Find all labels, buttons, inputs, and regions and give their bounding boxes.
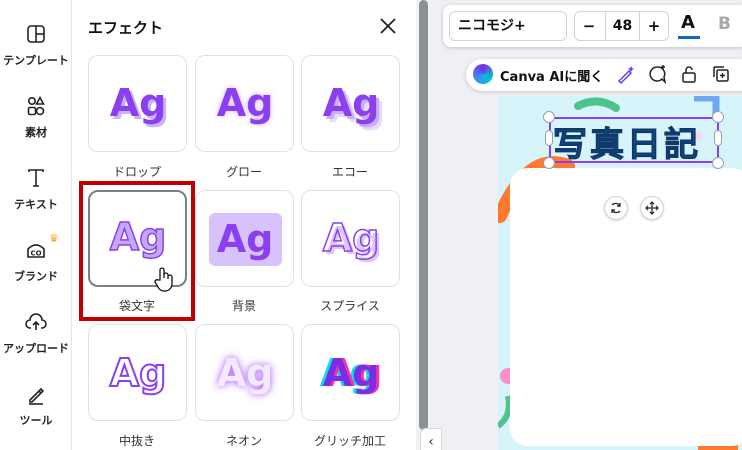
duplicate-icon[interactable] xyxy=(710,63,732,85)
effect-label: スプライス xyxy=(320,299,380,313)
effect-preview-neon: Ag Ag xyxy=(217,351,274,395)
effect-tile-neon[interactable]: Ag Ag xyxy=(195,324,294,421)
sidebar-item-label: テキスト xyxy=(14,198,58,211)
effect-preview-echo: Ag Ag Ag xyxy=(323,81,386,131)
svg-text:Ag: Ag xyxy=(217,351,274,395)
svg-text:Ag: Ag xyxy=(323,216,380,260)
text-color-button[interactable]: A xyxy=(678,12,700,39)
effect-preview-glitch: Ag Ag Ag xyxy=(320,351,383,395)
effect-preview-drop: Ag Ag xyxy=(110,81,170,128)
template-icon xyxy=(27,25,45,43)
sidebar-item-upload[interactable]: アップロード xyxy=(0,310,72,356)
effect-label: 背景 xyxy=(231,299,256,313)
magic-edit-icon[interactable] xyxy=(615,63,637,85)
svg-text:Ag: Ag xyxy=(217,217,274,261)
sidebar-item-label: ブランド xyxy=(14,270,58,283)
sidebar-item-text[interactable]: テキスト xyxy=(0,166,72,212)
effect-preview-hollow: Ag xyxy=(109,350,168,396)
font-size-stepper: − 48 + xyxy=(574,11,669,41)
selected-effect-highlight xyxy=(79,181,195,321)
crown-icon: ♛ xyxy=(49,232,59,245)
close-icon[interactable] xyxy=(378,16,398,36)
svg-text:Ag: Ag xyxy=(323,351,380,395)
effect-label: エコー xyxy=(331,165,368,179)
resize-handle-br[interactable] xyxy=(712,157,724,169)
panel-scrollbar-thumb[interactable] xyxy=(419,0,428,430)
effect-label: 中抜き xyxy=(118,434,155,448)
sidebar-item-label: ツール xyxy=(19,414,53,427)
brand-icon: CO xyxy=(27,244,45,258)
effect-tile-splice[interactable]: Ag Ag xyxy=(301,190,400,287)
resize-handle-bl[interactable] xyxy=(543,157,555,169)
sidebar-item-tools[interactable]: ツール xyxy=(0,382,72,428)
effect-tile-glitch[interactable]: Ag Ag Ag xyxy=(301,324,400,421)
svg-text:CO: CO xyxy=(30,250,41,258)
text-color-swatch xyxy=(678,36,700,39)
effect-tile-hollow[interactable]: Ag xyxy=(88,324,187,421)
font-size-input[interactable]: 48 xyxy=(605,12,640,40)
effect-preview-splice: Ag Ag xyxy=(322,215,382,263)
sidebar-item-label: アップロード xyxy=(3,342,69,355)
sidebar-item-label: 素材 xyxy=(25,126,47,139)
text-icon xyxy=(28,169,44,187)
sidebar-item-template[interactable]: テンプレート xyxy=(0,22,72,68)
elements-icon xyxy=(27,95,45,116)
sidebar-item-label: テンプレート xyxy=(3,54,69,67)
move-icon xyxy=(645,201,659,215)
lock-icon[interactable] xyxy=(678,63,700,85)
font-family-selector[interactable]: ニコモジ+ xyxy=(449,11,567,41)
canva-ai-logo-icon xyxy=(473,64,493,84)
upload-icon xyxy=(25,313,47,330)
effect-label: ドロップ xyxy=(112,165,161,179)
effect-tile-drop[interactable]: Ag Ag xyxy=(88,55,187,152)
effect-preview-background: Ag xyxy=(209,213,282,266)
canvas-title-text[interactable]: 写真日記 xyxy=(553,117,701,166)
svg-text:Ag: Ag xyxy=(110,351,167,395)
effect-tile-echo[interactable]: Ag Ag Ag xyxy=(301,55,400,152)
collapse-panel-button[interactable]: ‹ xyxy=(420,428,442,450)
sidebar-nav: テンプレート 素材 テキスト ♛ CO ブランド アップロード ツール xyxy=(0,0,72,450)
resize-handle-tl[interactable] xyxy=(543,111,555,123)
resize-handle-right[interactable] xyxy=(714,130,722,146)
effect-tile-glow[interactable]: Ag Ag xyxy=(195,55,294,152)
comment-add-icon[interactable] xyxy=(646,63,668,85)
effect-tile-background[interactable]: Ag xyxy=(195,190,294,287)
rotate-icon xyxy=(611,202,621,214)
svg-text:Ag: Ag xyxy=(323,81,380,125)
resize-handle-left[interactable] xyxy=(545,130,553,146)
effect-preview-glow: Ag Ag xyxy=(217,81,274,125)
panel-title: エフェクト xyxy=(88,19,164,37)
text-color-label: A xyxy=(681,12,695,33)
font-size-increase-button[interactable]: + xyxy=(641,12,667,40)
bold-button[interactable]: B xyxy=(718,14,731,34)
tools-icon xyxy=(29,387,45,405)
canva-editor: テンプレート 素材 テキスト ♛ CO ブランド アップロード ツール エフェク… xyxy=(0,0,742,450)
effect-label: ネオン xyxy=(225,434,262,448)
effect-label: グリッチ加工 xyxy=(313,434,386,448)
sidebar-item-brand[interactable]: ♛ CO ブランド xyxy=(0,232,72,284)
rotate-button[interactable] xyxy=(604,196,628,220)
svg-text:Ag: Ag xyxy=(110,81,167,125)
canva-ai-button[interactable]: Canva AIに聞く xyxy=(500,66,603,85)
move-button[interactable] xyxy=(640,196,664,220)
sidebar-item-elements[interactable]: 素材 xyxy=(0,94,72,140)
font-size-decrease-button[interactable]: − xyxy=(576,12,602,40)
resize-handle-tr[interactable] xyxy=(712,111,724,123)
svg-text:Ag: Ag xyxy=(217,81,274,125)
effect-label: グロー xyxy=(225,165,262,179)
